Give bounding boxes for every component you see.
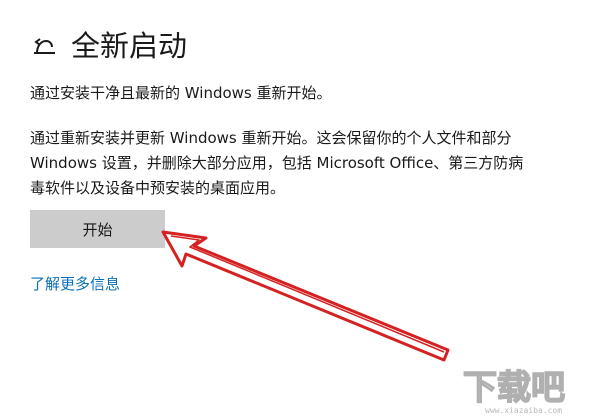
- description-line: Windows 设置，并删除大部分应用，包括 Microsoft Office、…: [30, 154, 524, 172]
- svg-text:www.xiazaiba.com: www.xiazaiba.com: [485, 406, 562, 415]
- header: 全新启动: [29, 26, 187, 66]
- description-line: 通过重新安装并更新 Windows 重新开始。这会保留你的个人文件和部分: [30, 129, 512, 147]
- fresh-start-icon: [29, 31, 59, 61]
- svg-text:下载吧: 下载吧: [463, 368, 565, 408]
- learn-more-link[interactable]: 了解更多信息: [30, 273, 120, 295]
- start-button[interactable]: 开始: [30, 210, 165, 248]
- watermark-logo: 下载吧 www.xiazaiba.com: [455, 355, 597, 416]
- subtitle: 通过安装干净且最新的 Windows 重新开始。: [30, 84, 332, 102]
- description-line: 毒软件以及设备中预安装的桌面应用。: [30, 179, 286, 197]
- description: 通过重新安装并更新 Windows 重新开始。这会保留你的个人文件和部分 Win…: [30, 126, 570, 201]
- page-title: 全新启动: [71, 29, 188, 63]
